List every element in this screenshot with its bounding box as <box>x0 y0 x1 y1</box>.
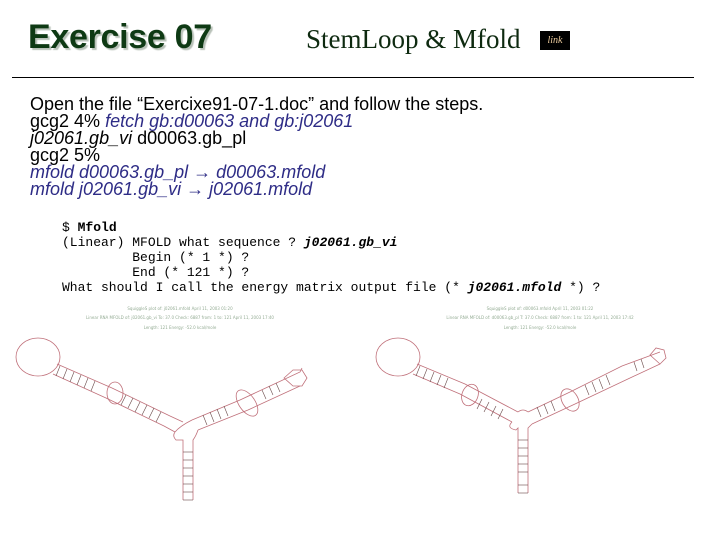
terminal-user-input: j02061.gb_vi <box>303 235 398 250</box>
terminal-line: $ Mfold <box>62 220 600 235</box>
terminal-line: (Linear) MFOLD what sequence ? j02061.gb… <box>62 235 600 250</box>
instruction-mfold-j02061: mfold j02061.gb_vi → j02061.mfold <box>30 179 483 199</box>
backbone-strand <box>52 373 176 433</box>
instructions: Open the file “Exercixe91-07-1.doc” and … <box>30 95 483 199</box>
terminal-line: Begin (* 1 *) ? <box>62 250 250 265</box>
backbone-strand <box>531 363 661 425</box>
rna-fold-drawing <box>15 337 308 501</box>
backbone-strand <box>412 373 513 423</box>
terminal-prompt-text: What should I call the energy matrix out… <box>62 280 468 295</box>
backbone-strand <box>191 367 303 421</box>
file-d00063: d00063.gb_pl <box>132 128 247 148</box>
internal-loop <box>461 383 479 407</box>
backbone-strand <box>197 385 301 431</box>
internal-loop <box>106 381 124 405</box>
rna-structure-diagram-d00063: SquiggleS plot of: d00063.mfold April 11… <box>360 300 720 540</box>
terminal-prompt-text: (Linear) MFOLD what sequence ? <box>62 235 304 250</box>
slide-subtitle: StemLoop & Mfold <box>306 24 521 54</box>
internal-loop <box>560 388 580 412</box>
hairpin-loop <box>649 347 667 365</box>
backbone-strand <box>527 351 661 413</box>
slide-title: Exercise 07 <box>28 18 212 56</box>
base-pairs <box>55 365 281 501</box>
backbone-strand <box>509 421 519 493</box>
multiloop <box>517 409 529 413</box>
mfold-command: mfold j02061.gb_vi <box>30 179 182 199</box>
backbone-strand <box>527 423 533 493</box>
backbone-strand <box>56 363 184 423</box>
terminal-line: End (* 121 *) ? <box>62 265 250 280</box>
terminal-command: Mfold <box>77 220 117 235</box>
rna-fold-drawing <box>375 337 667 494</box>
terminal-prompt-tail: *) ? <box>561 280 601 295</box>
arrow-icon: → <box>181 179 210 199</box>
mfold-output: j02061.mfold <box>209 179 313 199</box>
backbone-strand <box>173 431 184 500</box>
rna-structure-diagram-j02061: SquiggleS plot of: j02061.mfold April 11… <box>0 300 360 540</box>
terminal-user-input: j02061.mfold <box>467 280 562 295</box>
link-button[interactable]: link <box>540 31 570 50</box>
backbone-strand <box>192 429 199 500</box>
multiloop <box>174 419 193 433</box>
hairpin-loop <box>15 337 61 377</box>
terminal-line: What should I call the energy matrix out… <box>62 280 600 295</box>
header-divider <box>12 77 694 78</box>
shell-prompt: $ <box>62 220 78 235</box>
backbone-strand <box>416 363 519 413</box>
terminal-transcript: $ Mfold (Linear) MFOLD what sequence ? j0… <box>62 220 600 295</box>
hairpin-loop <box>375 337 421 377</box>
